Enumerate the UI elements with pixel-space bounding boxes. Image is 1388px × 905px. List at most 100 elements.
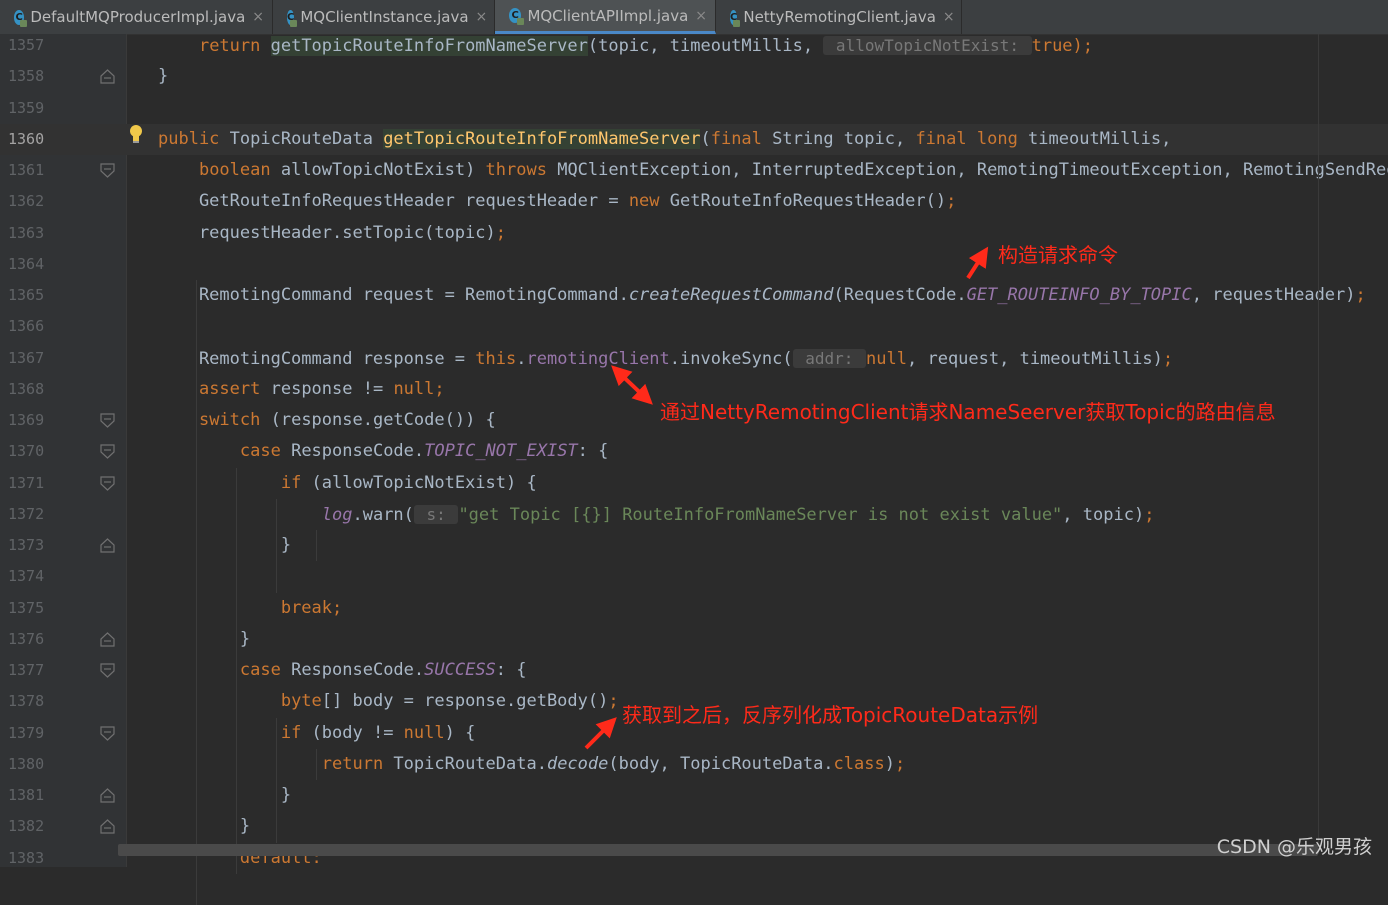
code-line[interactable]: 1360 public TopicRouteData getTopicRouteI…: [0, 123, 1388, 155]
code-line[interactable]: 1377 case ResponseCode.SUCCESS: {: [0, 655, 1388, 686]
code-line[interactable]: 1373 }: [0, 530, 1388, 561]
code-text: requestHeader.setTopic(topic);: [158, 218, 506, 249]
code-line[interactable]: 1380 return TopicRouteData.decode(body, …: [0, 749, 1388, 780]
line-number: 1362: [8, 192, 45, 211]
code-line[interactable]: 1365 RemotingCommand request = RemotingC…: [0, 280, 1388, 311]
code-line[interactable]: 1374: [0, 561, 1388, 592]
line-number: 1361: [8, 161, 45, 179]
close-icon[interactable]: ×: [252, 9, 264, 25]
code-token: : {: [577, 441, 609, 462]
code-token: null: [866, 348, 907, 369]
right-margin-guide: [1318, 34, 1319, 854]
tab-mqclientinstance[interactable]: C MQClientInstance.java ×: [273, 0, 495, 34]
code-line[interactable]: 1367 RemotingCommand response = this.rem…: [0, 343, 1388, 374]
code-line[interactable]: 1381 }: [0, 780, 1388, 811]
code-token: public: [158, 128, 230, 149]
code-line[interactable]: 1357 return getTopicRouteInfoFromNameSer…: [0, 30, 1388, 61]
code-token: allowTopicNotExist): [280, 160, 486, 180]
code-token: getTopicRouteInfoFromNameServer: [270, 36, 588, 56]
code-line[interactable]: 1372 log.warn( s: "get Topic [{}] RouteI…: [0, 499, 1388, 530]
code-line[interactable]: 1375 break;: [0, 593, 1388, 624]
code-token: (allowTopicNotExist) {: [311, 472, 537, 493]
code-line[interactable]: 1382 }: [0, 811, 1388, 842]
line-number: 1379: [8, 723, 45, 742]
fold-marker-icon[interactable]: [100, 413, 115, 428]
line-number: 1378: [8, 692, 45, 711]
line-number: 1359: [8, 98, 45, 117]
watermark: CSDN @乐观男孩: [1216, 836, 1372, 858]
java-class-icon: C: [14, 9, 28, 27]
tab-nettyremotingclient[interactable]: C NettyRemotingClient.java ×: [716, 0, 962, 34]
close-icon[interactable]: ×: [476, 9, 488, 25]
line-number: 1372: [8, 504, 45, 523]
fold-marker-icon[interactable]: [100, 819, 115, 834]
fold-marker-icon[interactable]: [100, 538, 115, 553]
fold-marker-icon[interactable]: [100, 725, 115, 741]
code-text: return getTopicRouteInfoFromNameServer(t…: [158, 30, 1093, 62]
code-token: ): [884, 753, 895, 774]
code-token: response !=: [270, 378, 394, 399]
line-number: 1381: [8, 786, 45, 804]
parameter-hint: addr:: [792, 348, 867, 368]
code-line[interactable]: 1371 if (allowTopicNotExist) {: [0, 468, 1388, 499]
code-line[interactable]: 1359: [0, 93, 1388, 124]
code-line[interactable]: 1366: [0, 311, 1388, 342]
code-token: SUCCESS: [424, 660, 496, 680]
code-token: decode: [546, 753, 609, 774]
fold-marker-icon[interactable]: [100, 475, 115, 491]
fold-marker-icon[interactable]: [100, 631, 115, 647]
indent-guide: [316, 530, 317, 562]
code-text: log.warn( s: "get Topic [{}] RouteInfoFr…: [158, 499, 1154, 531]
line-number: 1366: [8, 317, 45, 336]
line-number: 1383: [8, 848, 45, 867]
line-number: 1358: [8, 67, 45, 86]
code-token: ;: [946, 191, 957, 212]
fold-marker-icon[interactable]: [100, 788, 115, 803]
code-token: .: [516, 348, 527, 369]
lightbulb-icon[interactable]: [128, 124, 144, 146]
code-token: , topic): [1062, 504, 1145, 525]
line-number: 1373: [8, 536, 45, 554]
code-line[interactable]: 1361 boolean allowTopicNotExist) throws …: [0, 155, 1388, 186]
close-icon[interactable]: ×: [695, 8, 707, 24]
code-token: createRequestCommand: [628, 285, 834, 305]
line-number: 1377: [8, 661, 45, 679]
code-line[interactable]: 1362 GetRouteInfoRequestHeader requestHe…: [0, 186, 1388, 217]
code-token: class: [833, 753, 885, 774]
tab-defaultmqproducerimpl[interactable]: C DefaultMQProducerImpl.java ×: [0, 0, 273, 34]
code-line[interactable]: 1370 case ResponseCode.TOPIC_NOT_EXIST: …: [0, 436, 1388, 467]
code-token: }: [158, 785, 292, 805]
fold-marker-icon[interactable]: [100, 444, 115, 460]
code-token: ResponseCode.: [291, 660, 425, 680]
fold-marker-icon[interactable]: [100, 163, 115, 178]
code-line[interactable]: 1363 requestHeader.setTopic(topic);: [0, 218, 1388, 249]
fold-marker-icon[interactable]: [100, 69, 115, 84]
tab-mqclientapiimpl[interactable]: C MQClientAPIImpl.java ×: [495, 0, 716, 34]
annotation-build-command: 构造请求命令: [998, 243, 1118, 267]
close-icon[interactable]: ×: [943, 9, 955, 25]
code-token: getTopicRouteInfoFromNameServer: [383, 128, 701, 149]
code-token: ;: [1355, 285, 1366, 305]
code-token: byte: [280, 691, 322, 712]
code-token: ;: [434, 378, 445, 399]
horizontal-scrollbar[interactable]: [118, 844, 1318, 856]
code-token: requestHeader.setTopic(topic): [158, 222, 496, 243]
code-token: final: [915, 128, 977, 149]
code-line[interactable]: 1364: [0, 249, 1388, 280]
code-line[interactable]: 1376 }: [0, 624, 1388, 655]
code-token: final: [710, 128, 773, 149]
code-token: log: [321, 504, 353, 525]
code-token: MQClientException, InterruptedException,…: [557, 160, 1388, 180]
code-text: RemotingCommand request = RemotingComman…: [158, 280, 1366, 311]
code-line[interactable]: 1358}: [0, 61, 1388, 92]
code-token: case: [239, 441, 292, 462]
fold-marker-icon[interactable]: [100, 663, 115, 678]
code-text: switch (response.getCode()) {: [158, 405, 496, 436]
code-text: }: [158, 61, 168, 92]
code-token: (response.getCode()) {: [270, 410, 496, 430]
code-token: if: [280, 472, 312, 493]
